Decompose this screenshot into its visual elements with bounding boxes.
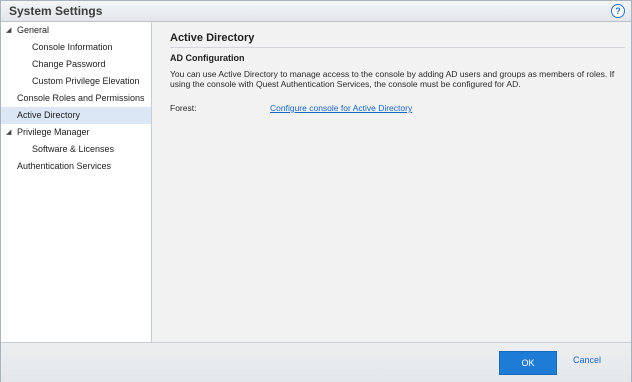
ad-description-text: You can use Active Directory to manage a… xyxy=(170,69,615,89)
section-divider xyxy=(170,47,625,48)
ok-button[interactable]: OK xyxy=(499,351,557,375)
sidebar-item-label: Console Roles and Permissions xyxy=(17,93,145,103)
dialog-footer: OK Cancel xyxy=(1,342,631,382)
title-bar: System Settings ? xyxy=(1,1,631,22)
sidebar-item-software-and-licenses[interactable]: Software & Licenses xyxy=(1,141,151,158)
sidebar-item-change-password[interactable]: Change Password xyxy=(1,56,151,73)
sidebar-item-label: Privilege Manager xyxy=(17,127,90,137)
collapse-triangle-icon[interactable]: ◢ xyxy=(6,22,11,39)
sidebar-item-general[interactable]: ◢ General xyxy=(1,22,151,39)
sidebar-item-label: General xyxy=(17,25,50,35)
forest-label: Forest: xyxy=(170,103,197,113)
sidebar-item-console-information[interactable]: Console Information xyxy=(1,39,151,56)
cancel-button[interactable]: Cancel xyxy=(573,355,601,365)
ad-configuration-heading: AD Configuration xyxy=(170,53,245,63)
settings-content-panel: Active Directory AD Configuration You ca… xyxy=(152,22,631,342)
sidebar-item-active-directory[interactable]: Active Directory xyxy=(1,107,151,124)
sidebar-item-custom-privilege-elevation[interactable]: Custom Privilege Elevation xyxy=(1,73,151,90)
sidebar-item-label: Custom Privilege Elevation xyxy=(32,76,140,86)
sidebar-item-console-roles-and-permissions[interactable]: Console Roles and Permissions xyxy=(1,90,151,107)
help-icon[interactable]: ? xyxy=(611,4,625,18)
system-settings-dialog: System Settings ? ◢ General Console Info… xyxy=(0,0,632,382)
configure-ad-link[interactable]: Configure console for Active Directory xyxy=(270,103,412,113)
settings-nav: ◢ General Console Information Change Pas… xyxy=(1,22,152,342)
sidebar-item-label: Authentication Services xyxy=(17,161,112,171)
sidebar-item-label: Software & Licenses xyxy=(32,144,115,154)
dialog-title: System Settings xyxy=(9,4,103,18)
sidebar-item-privilege-manager[interactable]: ◢ Privilege Manager xyxy=(1,124,151,141)
section-title: Active Directory xyxy=(170,32,255,44)
sidebar-item-label: Change Password xyxy=(32,59,106,69)
sidebar-item-label: Active Directory xyxy=(17,110,81,120)
collapse-triangle-icon[interactable]: ◢ xyxy=(6,124,11,141)
sidebar-item-authentication-services[interactable]: Authentication Services xyxy=(1,158,151,175)
sidebar-item-label: Console Information xyxy=(32,42,113,52)
